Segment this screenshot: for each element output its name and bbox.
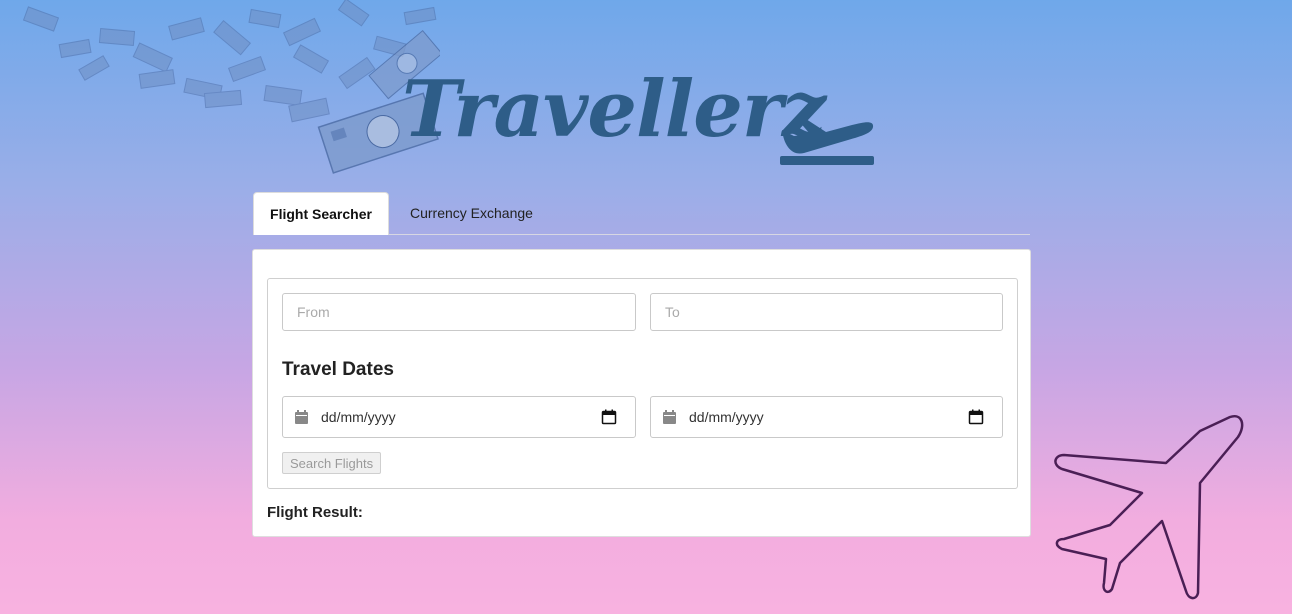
money-bills-icon [22, 0, 440, 174]
travel-dates-heading: Travel Dates [282, 359, 394, 380]
calendar-picker-icon[interactable] [968, 409, 984, 425]
logo-text: Travellerz [402, 64, 826, 155]
from-input[interactable] [282, 293, 636, 331]
return-date-placeholder: dd/mm/yyyy [689, 409, 764, 425]
calendar-picker-icon[interactable] [601, 409, 617, 425]
to-input[interactable] [650, 293, 1003, 331]
airplane-outline-icon [1054, 414, 1244, 600]
search-flights-button[interactable]: Search Flights [282, 452, 382, 474]
flight-search-form: Travel Dates dd/mm/yyyy [267, 278, 1018, 489]
departure-date-field[interactable]: dd/mm/yyyy [282, 396, 636, 438]
departure-date-placeholder: dd/mm/yyyy [321, 409, 396, 425]
flight-search-panel: Travel Dates dd/mm/yyyy [252, 249, 1031, 537]
tab-currency-exchange[interactable]: Currency Exchange [390, 192, 553, 235]
tab-flight-searcher[interactable]: Flight Searcher [253, 192, 389, 235]
flight-result-label: Flight Result: [267, 504, 363, 521]
logo: Travellerz [400, 62, 880, 172]
plane-takeoff-icon [780, 119, 874, 165]
calendar-icon [663, 410, 676, 424]
tab-bar: Flight Searcher Currency Exchange [253, 192, 1030, 235]
calendar-icon [295, 410, 308, 424]
return-date-field[interactable]: dd/mm/yyyy [650, 396, 1003, 438]
